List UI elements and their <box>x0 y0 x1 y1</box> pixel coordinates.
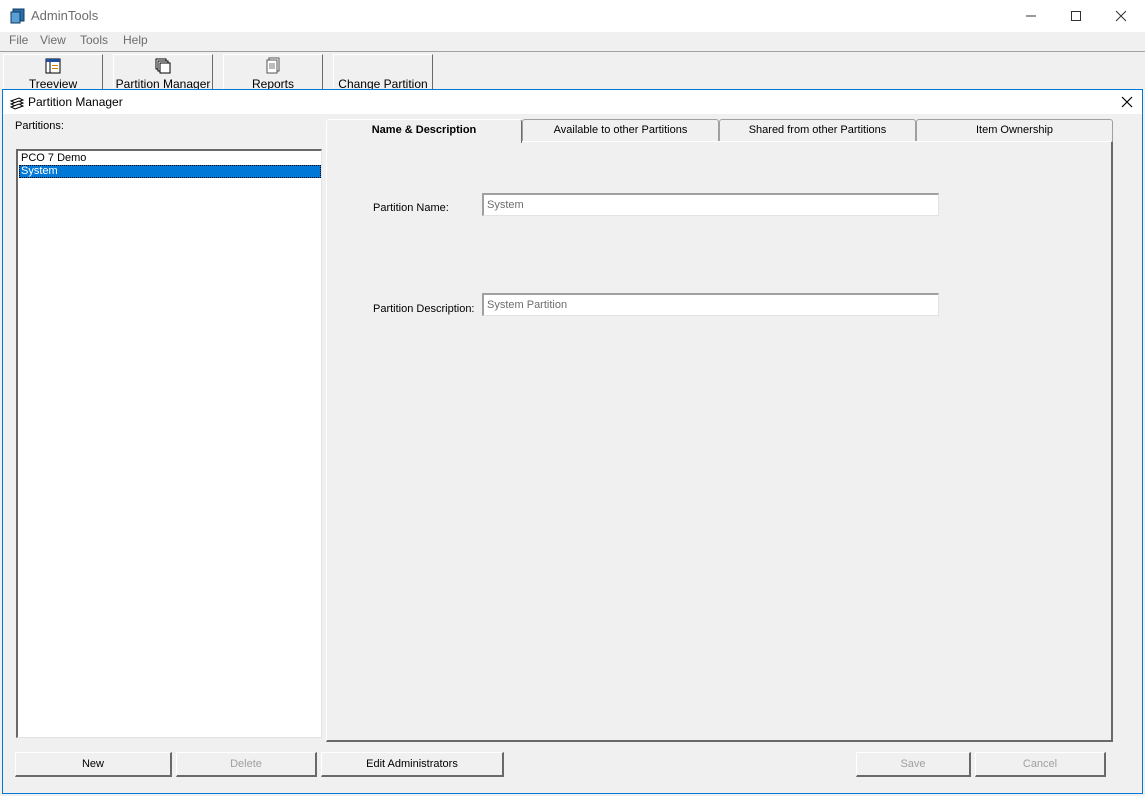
treeview-button[interactable]: Treeview <box>3 54 103 94</box>
cancel-button[interactable]: Cancel <box>975 752 1106 777</box>
partition-manager-button[interactable]: Partition Manager <box>113 54 213 94</box>
app-title: AdminTools <box>31 8 99 23</box>
menu-bar <box>0 32 1145 51</box>
app-titlebar <box>0 0 1145 32</box>
treeview-icon <box>44 57 62 75</box>
new-button[interactable]: New <box>15 752 172 777</box>
partition-name-label: Partition Name: <box>373 202 449 214</box>
tab-panel: Partition Name: System Partition Descrip… <box>326 141 1113 742</box>
save-button[interactable]: Save <box>856 752 971 777</box>
partition-description-field[interactable]: System Partition <box>482 293 939 316</box>
app-icon <box>10 8 26 24</box>
partition-manager-titlebar <box>3 90 1142 114</box>
reports-button[interactable]: Reports <box>223 54 323 94</box>
minimize-icon[interactable] <box>1008 0 1054 32</box>
partition-manager-title: Partition Manager <box>28 95 123 109</box>
tab-shared-from-other-partitions[interactable]: Shared from other Partitions <box>719 119 916 141</box>
list-item-selected[interactable]: System <box>19 165 321 178</box>
partition-manager-icon <box>154 57 172 75</box>
partitions-label: Partitions: <box>15 120 64 132</box>
partition-manager-window: Partition Manager Partitions: PCO 7 Demo… <box>2 89 1143 794</box>
partition-description-label: Partition Description: <box>373 303 475 315</box>
reports-icon <box>264 57 282 75</box>
tab-available-to-other-partitions[interactable]: Available to other Partitions <box>522 119 719 141</box>
menu-tools[interactable]: Tools <box>80 33 108 47</box>
delete-button[interactable]: Delete <box>176 752 317 777</box>
list-item[interactable]: PCO 7 Demo <box>19 152 321 165</box>
edit-administrators-button[interactable]: Edit Administrators <box>321 752 504 777</box>
partitions-list[interactable]: PCO 7 Demo System <box>16 149 322 738</box>
menu-view[interactable]: View <box>40 33 66 47</box>
menu-file[interactable]: File <box>9 33 28 47</box>
maximize-icon[interactable] <box>1053 0 1099 32</box>
partition-name-field[interactable]: System <box>482 193 939 216</box>
close-icon[interactable] <box>1098 0 1144 32</box>
change-partition-button[interactable]: Change Partition <box>333 54 433 94</box>
tab-item-ownership[interactable]: Item Ownership <box>916 119 1113 141</box>
close-icon[interactable] <box>1117 93 1137 111</box>
partition-manager-icon <box>9 95 25 111</box>
menu-help[interactable]: Help <box>123 33 148 47</box>
tab-name-description[interactable]: Name & Description <box>326 119 522 143</box>
